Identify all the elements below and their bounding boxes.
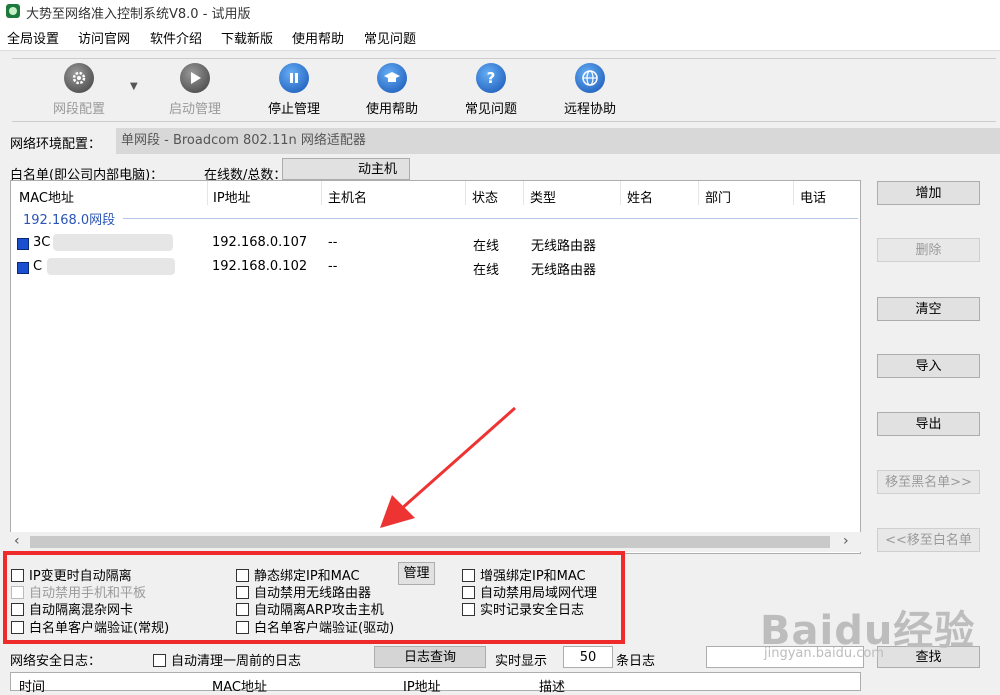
question-icon: ? [476, 63, 506, 93]
start-manage-button[interactable]: 启动管理 [150, 63, 240, 117]
graduation-cap-icon [377, 63, 407, 93]
add-host-button[interactable]: 动主机 [282, 158, 410, 180]
stop-manage-label: 停止管理 [267, 102, 320, 117]
highlight-frame [3, 551, 625, 644]
column-divider[interactable] [321, 181, 322, 205]
group-divider [123, 218, 858, 219]
col-phone[interactable]: 电话 [800, 187, 826, 206]
segment-config-label: 网段配置 [52, 102, 105, 117]
security-log-label: 网络安全日志： [10, 654, 102, 669]
computer-icon [17, 238, 29, 250]
play-icon [180, 63, 210, 93]
clear-button[interactable]: 清空 [877, 297, 980, 321]
watermark-url: jingyan.baidu.com [764, 646, 884, 661]
col-dept[interactable]: 部门 [705, 187, 731, 206]
col-name[interactable]: 姓名 [627, 187, 653, 206]
annotation-arrow [380, 406, 516, 528]
faq-label: 常见问题 [464, 102, 517, 117]
col-ip[interactable]: IP地址 [213, 187, 251, 206]
column-divider[interactable] [793, 181, 794, 205]
pause-icon [279, 63, 309, 93]
remote-assist-label: 远程协助 [563, 102, 616, 117]
row1-type[interactable]: 无线路由器 [531, 235, 596, 254]
realtime-label: 实时显示 [495, 654, 548, 669]
delete-button[interactable]: 删除 [877, 238, 980, 262]
computer-icon [17, 262, 29, 274]
row2-type[interactable]: 无线路由器 [531, 259, 596, 278]
scroll-right-icon[interactable]: › [843, 533, 849, 549]
env-label: 网络环境配置： [10, 137, 102, 152]
move-to-blacklist-button[interactable]: 移至黑名单>> [877, 470, 980, 494]
column-divider[interactable] [207, 181, 208, 205]
help-label: 使用帮助 [365, 102, 418, 117]
row2-status[interactable]: 在线 [473, 259, 499, 278]
menu-bar: 全局设置 访问官网 软件介绍 下载新版 使用帮助 常见问题 [0, 24, 1000, 51]
log-col-desc[interactable]: 描述 [539, 676, 565, 695]
segment-config-button[interactable]: 网段配置 [34, 63, 124, 117]
column-divider[interactable] [465, 181, 466, 205]
log-count-input[interactable]: 50 [563, 646, 613, 668]
baidu-watermark: Baidu经验 jingyan.baidu.com [760, 598, 975, 661]
log-col-ip[interactable]: IP地址 [403, 676, 441, 695]
app-icon [6, 4, 20, 18]
scrollbar-thumb[interactable] [30, 536, 830, 548]
column-divider[interactable] [698, 181, 699, 205]
add-button[interactable]: 增加 [877, 181, 980, 205]
move-to-whitelist-button[interactable]: <<移至白名单 [877, 528, 980, 552]
remote-assist-button[interactable]: 远程协助 [545, 63, 635, 117]
col-status[interactable]: 状态 [472, 187, 498, 206]
column-divider[interactable] [620, 181, 621, 205]
gear-icon [64, 63, 94, 93]
log-unit-label: 条日志 [616, 654, 656, 669]
env-select[interactable]: 单网段 - Broadcom 802.11n 网络适配器 [116, 128, 1000, 154]
stop-manage-button[interactable]: 停止管理 [249, 63, 339, 117]
menu-faq[interactable]: 常见问题 [364, 28, 416, 47]
menu-software-intro[interactable]: 软件介绍 [150, 28, 202, 47]
row1-host[interactable]: -- [328, 235, 337, 250]
title-bar: 大势至网络准入控制系统V8.0 - 试用版 [0, 0, 1000, 24]
redacted-mac [53, 234, 173, 251]
faq-button[interactable]: ? 常见问题 [446, 63, 536, 117]
horizontal-scrollbar[interactable]: ‹ › [10, 532, 861, 552]
export-button[interactable]: 导出 [877, 412, 980, 436]
menu-global-settings[interactable]: 全局设置 [7, 28, 59, 47]
col-hostname[interactable]: 主机名 [328, 187, 367, 206]
menu-visit-site[interactable]: 访问官网 [78, 28, 130, 47]
log-col-mac[interactable]: MAC地址 [212, 676, 267, 695]
log-table-header: 时间 MAC地址 IP地址 描述 [10, 672, 861, 695]
menu-help[interactable]: 使用帮助 [292, 28, 344, 47]
import-button[interactable]: 导入 [877, 354, 980, 378]
row2-ip[interactable]: 192.168.0.102 [212, 259, 307, 274]
start-manage-label: 启动管理 [168, 102, 221, 117]
column-divider[interactable] [523, 181, 524, 205]
toolbar: 网段配置 ▼ 启动管理 停止管理 使用帮助 ? 常见问题 远程协助 [12, 58, 996, 122]
redacted-mac [47, 258, 175, 275]
row1-ip[interactable]: 192.168.0.107 [212, 235, 307, 250]
chevron-down-icon[interactable]: ▼ [130, 81, 138, 92]
menu-download[interactable]: 下载新版 [221, 28, 273, 47]
auto-clean-log-checkbox[interactable]: 自动清理一周前的日志 [153, 650, 301, 669]
row1-mac[interactable]: 3C [33, 235, 50, 250]
help-button[interactable]: 使用帮助 [347, 63, 437, 117]
row1-status[interactable]: 在线 [473, 235, 499, 254]
row2-host[interactable]: -- [328, 259, 337, 274]
log-query-button[interactable]: 日志查询 [374, 646, 486, 668]
checkbox-box[interactable] [153, 654, 166, 667]
scroll-left-icon[interactable]: ‹ [14, 533, 20, 549]
group-header[interactable]: 192.168.0网段 [23, 209, 115, 228]
globe-icon [575, 63, 605, 93]
col-type[interactable]: 类型 [530, 187, 556, 206]
log-col-time[interactable]: 时间 [19, 676, 45, 695]
checkbox-label: 自动清理一周前的日志 [171, 654, 302, 669]
row2-mac[interactable]: C [33, 259, 42, 274]
window-title: 大势至网络准入控制系统V8.0 - 试用版 [26, 7, 251, 22]
col-mac[interactable]: MAC地址 [19, 187, 74, 206]
